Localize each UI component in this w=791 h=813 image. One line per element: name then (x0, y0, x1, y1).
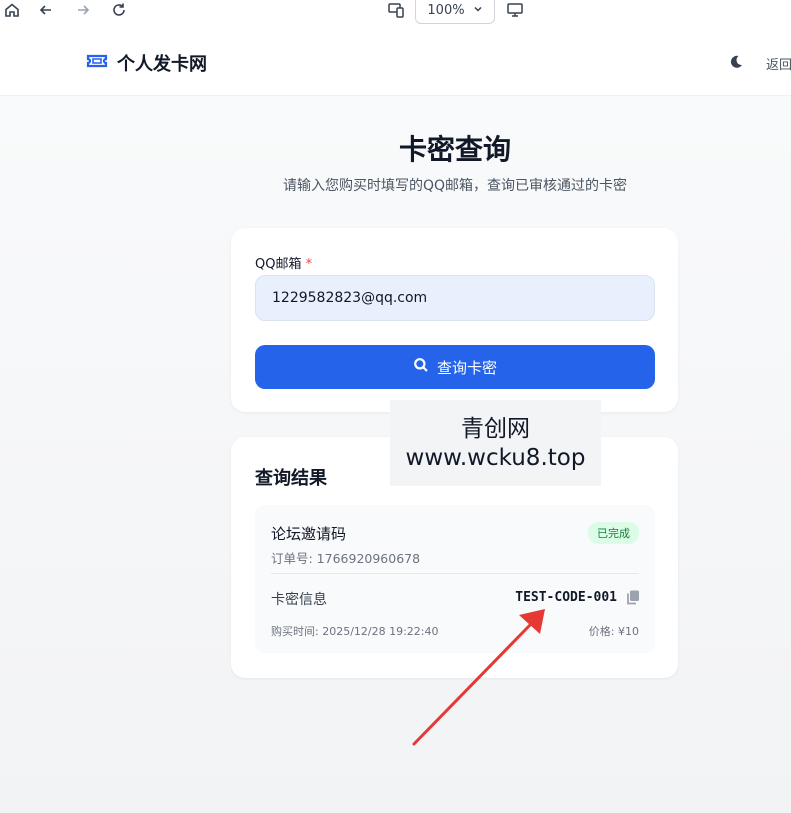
annotation-arrow-icon (412, 609, 545, 746)
